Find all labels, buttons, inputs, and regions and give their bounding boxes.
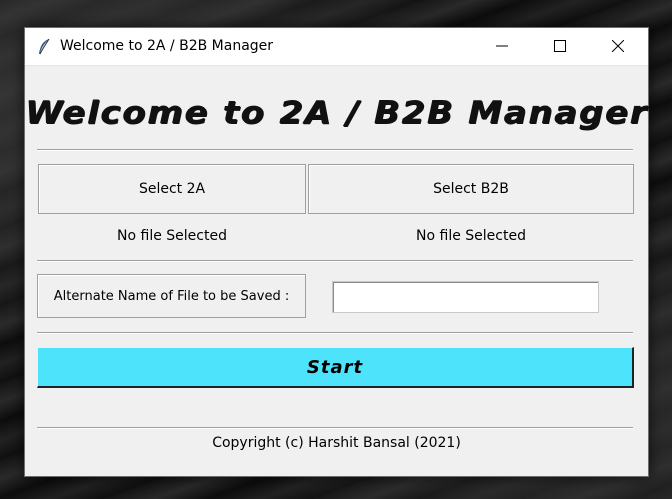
divider: [37, 149, 633, 151]
select-b2b-button[interactable]: Select B2B: [308, 164, 634, 214]
page-title: Welcome to 2A / B2B Manager: [24, 95, 649, 131]
close-icon: [611, 37, 625, 56]
divider: [37, 427, 633, 429]
divider: [37, 260, 633, 262]
feather-icon: [37, 38, 51, 56]
title-bar[interactable]: Welcome to 2A / B2B Manager: [25, 28, 648, 66]
file-2a-status: No file Selected: [117, 228, 227, 244]
save-name-label: Alternate Name of File to be Saved :: [37, 274, 306, 318]
close-button[interactable]: [589, 28, 647, 65]
save-name-input[interactable]: [332, 281, 599, 313]
divider: [37, 332, 633, 334]
file-b2b-status: No file Selected: [416, 228, 526, 244]
start-button[interactable]: Start: [37, 347, 634, 388]
maximize-button[interactable]: [531, 28, 589, 65]
window-title: Welcome to 2A / B2B Manager: [60, 38, 274, 54]
app-window: Welcome to 2A / B2B Manager Welcome to 2…: [24, 27, 649, 477]
minimize-icon: [496, 37, 508, 56]
maximize-icon: [554, 37, 566, 56]
minimize-button[interactable]: [473, 28, 531, 65]
copyright-text: Copyright (c) Harshit Bansal (2021): [212, 435, 461, 451]
select-2a-button[interactable]: Select 2A: [38, 164, 306, 214]
